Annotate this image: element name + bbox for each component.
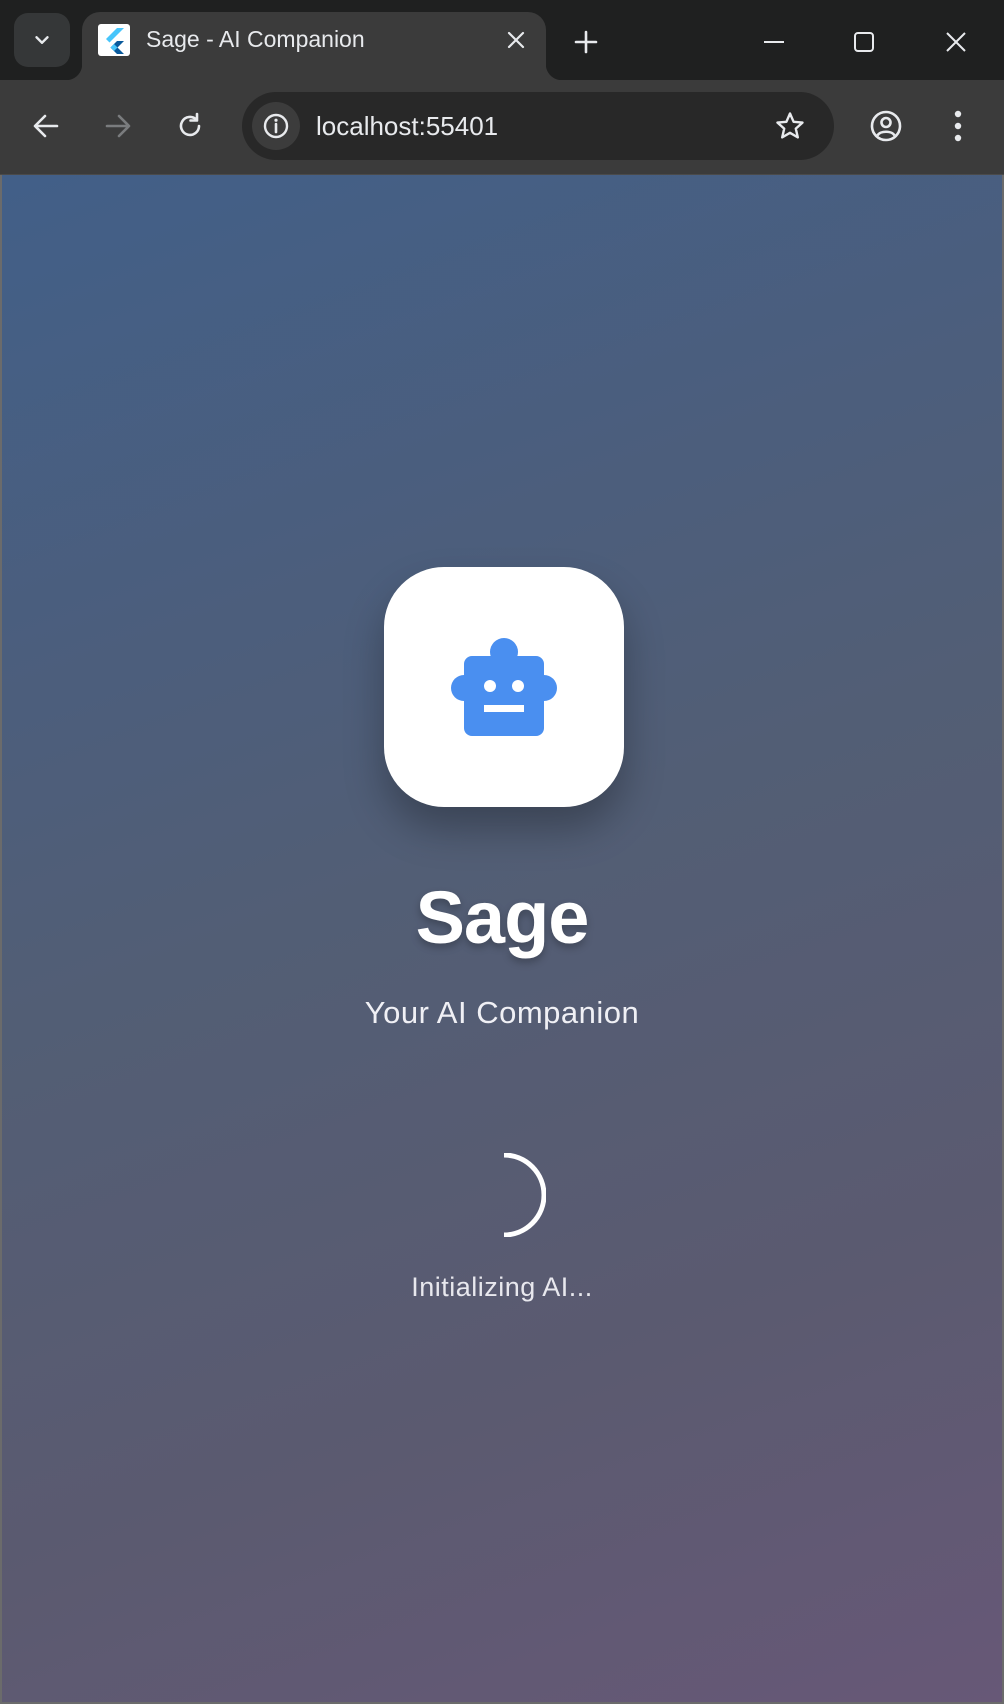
back-button[interactable] — [22, 102, 70, 150]
chevron-down-icon — [35, 36, 49, 44]
app-title: Sage — [415, 876, 590, 959]
account-icon — [870, 110, 902, 142]
reload-icon — [179, 112, 201, 137]
robot-icon — [451, 638, 557, 736]
info-icon — [263, 113, 289, 139]
site-info-button[interactable] — [252, 102, 300, 150]
maximize-button[interactable] — [842, 20, 886, 64]
arrow-right-icon — [105, 114, 131, 138]
minimize-icon — [764, 41, 784, 43]
browser-toolbar: localhost:55401 — [0, 80, 1004, 175]
arrow-left-icon — [33, 114, 59, 138]
reload-button[interactable] — [166, 102, 214, 150]
more-vertical-icon — [954, 110, 962, 142]
minimize-button[interactable] — [752, 20, 796, 64]
url-text[interactable]: localhost:55401 — [316, 111, 498, 142]
tab-title: Sage - AI Companion — [146, 26, 365, 52]
app-logo — [384, 567, 624, 807]
profile-button[interactable] — [862, 102, 910, 150]
new-tab-button[interactable] — [566, 22, 606, 62]
address-bar[interactable]: localhost:55401 — [242, 92, 834, 160]
browser-tab-active[interactable]: Sage - AI Companion — [66, 12, 562, 80]
bookmark-star-button[interactable] — [770, 106, 810, 146]
forward-button[interactable] — [94, 102, 142, 150]
star-icon — [776, 112, 804, 139]
browser-menu-button[interactable] — [934, 102, 982, 150]
splash-screen: Sage Your AI Companion Initializing AI..… — [0, 175, 1004, 1704]
close-tab-icon[interactable] — [502, 26, 530, 54]
flutter-favicon-icon — [98, 24, 130, 56]
app-tagline: Your AI Companion — [364, 995, 640, 1030]
maximize-icon — [854, 32, 874, 52]
close-window-button[interactable] — [934, 20, 978, 64]
plus-icon — [574, 30, 598, 54]
loading-spinner — [503, 1153, 546, 1237]
loading-status-text: Initializing AI... — [411, 1272, 593, 1302]
browser-titlebar: Sage - AI Companion — [0, 0, 1004, 80]
tab-search-button[interactable] — [14, 13, 70, 67]
close-icon — [946, 32, 966, 52]
